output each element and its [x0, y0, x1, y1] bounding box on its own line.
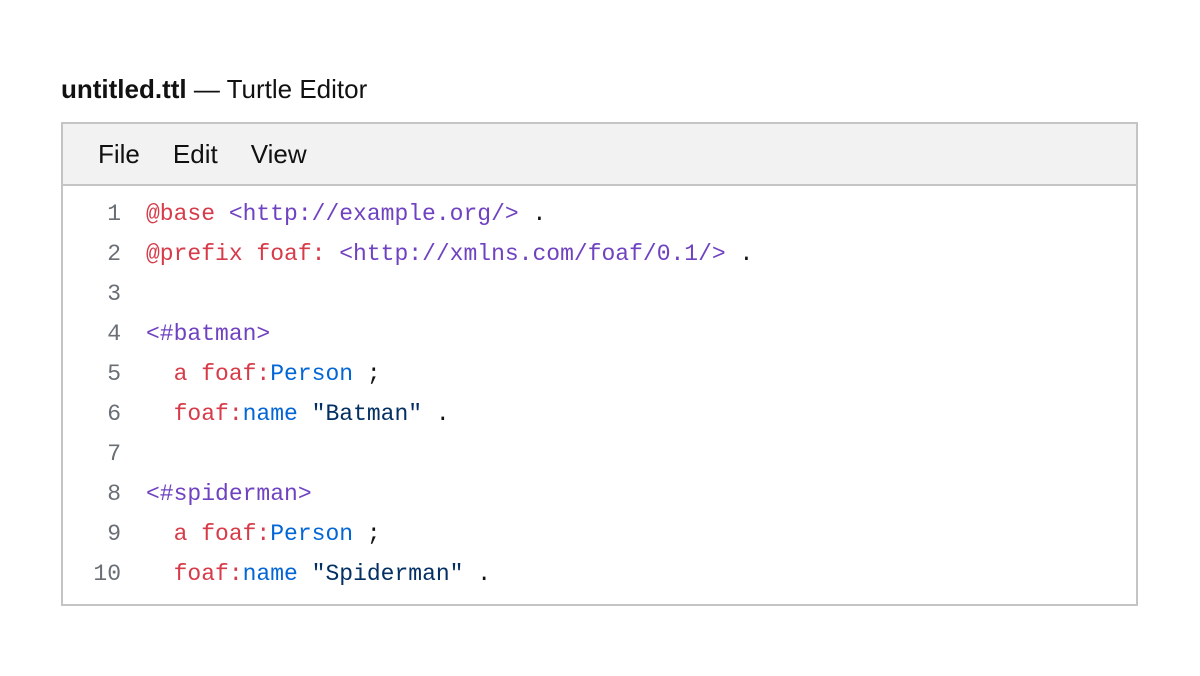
file-name: untitled.ttl	[61, 74, 187, 104]
line-number: 8	[107, 481, 121, 507]
line-number: 1	[107, 201, 121, 227]
line-number: 7	[107, 441, 121, 467]
token-punct: .	[725, 241, 754, 267]
token-punct: .	[463, 561, 492, 587]
token-iri: <http://xmlns.com/foaf/0.1/>	[339, 241, 726, 267]
token-local-name: Person	[270, 521, 354, 547]
line-number: 3	[107, 281, 121, 307]
token-keyword: @prefix foaf:	[146, 241, 326, 267]
code-line: 5 a foaf:Person ;	[63, 358, 1136, 398]
code-line: 4 <#batman>	[63, 318, 1136, 358]
line-content[interactable]: <#spiderman>	[121, 478, 312, 518]
token-iri: <http://example.org/>	[228, 201, 519, 227]
line-number: 10	[93, 561, 121, 587]
line-content[interactable]: @prefix foaf: <http://xmlns.com/foaf/0.1…	[121, 238, 753, 278]
token-local-name: Person	[270, 361, 354, 387]
code-line: 9 a foaf:Person ;	[63, 518, 1136, 558]
token-string: "Spiderman"	[311, 561, 464, 587]
token-punct: .	[422, 401, 450, 427]
code-line: 1 @base <http://example.org/> .	[63, 198, 1136, 238]
code-line: 3	[63, 278, 1136, 318]
code-area[interactable]: 1 @base <http://example.org/> . 2 @prefix …	[63, 186, 1136, 598]
token-keyword: a foaf:	[173, 361, 271, 387]
token-keyword: foaf:	[173, 401, 243, 427]
token-keyword: a foaf:	[173, 521, 271, 547]
line-content[interactable]: <#batman>	[121, 318, 270, 358]
line-number: 5	[107, 361, 121, 387]
token-string: "Batman"	[311, 401, 423, 427]
code-line: 7	[63, 438, 1136, 478]
line-number: 2	[107, 241, 121, 267]
code-line: 10 foaf:name "Spiderman" .	[63, 558, 1136, 598]
token-iri: <#spiderman>	[146, 481, 312, 507]
menu-edit[interactable]: Edit	[173, 138, 218, 170]
line-content[interactable]: foaf:name "Batman" .	[121, 398, 450, 438]
line-content[interactable]: a foaf:Person ;	[121, 358, 381, 398]
code-line: 6 foaf:name "Batman" .	[63, 398, 1136, 438]
menu-view[interactable]: View	[251, 138, 307, 170]
token-keyword: foaf:	[173, 561, 243, 587]
editor-window: File Edit View 1 @base <http://example.or…	[61, 122, 1138, 606]
code-line: 2 @prefix foaf: <http://xmlns.com/foaf/0.…	[63, 238, 1136, 278]
token-iri: <#batman>	[146, 321, 271, 347]
line-number: 6	[107, 401, 121, 427]
line-content[interactable]: a foaf:Person ;	[121, 518, 381, 558]
token-keyword: @base	[146, 201, 216, 227]
menu-bar: File Edit View	[63, 124, 1136, 186]
token-local-name: name	[242, 561, 298, 587]
line-content[interactable]	[121, 278, 146, 318]
line-content[interactable]	[121, 438, 146, 478]
token-punct: ;	[353, 361, 381, 387]
menu-file[interactable]: File	[98, 138, 140, 170]
app-name: — Turtle Editor	[186, 74, 368, 104]
window-title: untitled.ttl — Turtle Editor	[61, 72, 367, 106]
line-number: 4	[107, 321, 121, 347]
line-number: 9	[107, 521, 121, 547]
token-punct: .	[518, 201, 547, 227]
line-content[interactable]: foaf:name "Spiderman" .	[121, 558, 491, 598]
token-local-name: name	[242, 401, 298, 427]
token-punct: ;	[353, 521, 381, 547]
code-line: 8 <#spiderman>	[63, 478, 1136, 518]
line-content[interactable]: @base <http://example.org/> .	[121, 198, 546, 238]
